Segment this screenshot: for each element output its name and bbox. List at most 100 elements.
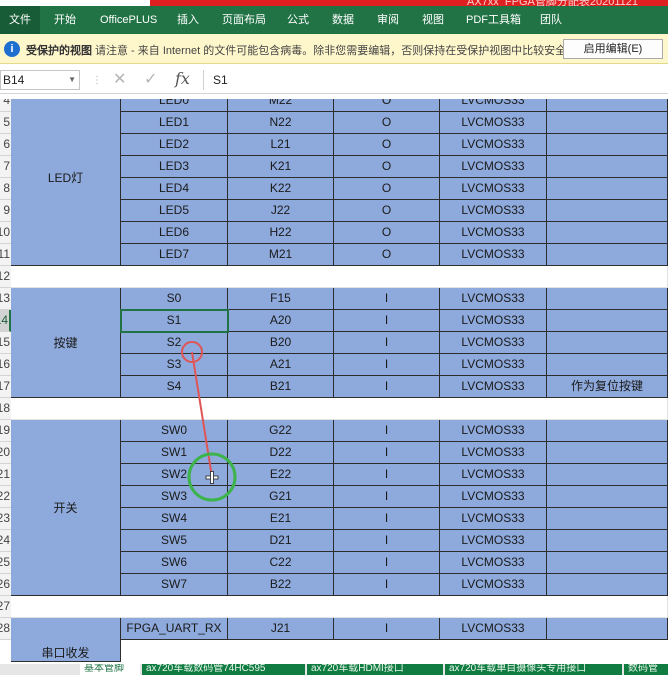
- cell-d17[interactable]: I: [334, 376, 440, 398]
- cell-c10[interactable]: H22: [228, 222, 334, 244]
- ribbon-tab-formulas[interactable]: 公式: [287, 6, 309, 34]
- row-header-11[interactable]: 11: [0, 244, 11, 266]
- cell-e26[interactable]: LVCMOS33: [440, 574, 547, 596]
- cell-d23[interactable]: I: [334, 508, 440, 530]
- cell-d9[interactable]: O: [334, 200, 440, 222]
- cell-b25[interactable]: SW6: [121, 552, 228, 574]
- cell-f14[interactable]: [547, 310, 668, 332]
- formula-input[interactable]: S1: [203, 70, 668, 90]
- cell-e28[interactable]: LVCMOS33: [440, 618, 547, 640]
- ribbon-tab-data[interactable]: 数据: [332, 6, 354, 34]
- cell-b10[interactable]: LED6: [121, 222, 228, 244]
- cell-e7[interactable]: LVCMOS33: [440, 156, 547, 178]
- row-header-7[interactable]: 7: [0, 156, 11, 178]
- cell-f23[interactable]: [547, 508, 668, 530]
- name-box[interactable]: B14 ▼: [0, 70, 80, 90]
- cell-e13[interactable]: LVCMOS33: [440, 288, 547, 310]
- row-header-28[interactable]: 28: [0, 618, 11, 640]
- cell-b4[interactable]: LED0: [121, 99, 228, 112]
- ribbon-tab-review[interactable]: 审阅: [377, 6, 399, 34]
- cell-d26[interactable]: I: [334, 574, 440, 596]
- cell-b13[interactable]: S0: [121, 288, 228, 310]
- cell-f7[interactable]: [547, 156, 668, 178]
- cell-d20[interactable]: I: [334, 442, 440, 464]
- cell-c22[interactable]: G21: [228, 486, 334, 508]
- cell-c19[interactable]: G22: [228, 420, 334, 442]
- ribbon-tab-page-layout[interactable]: 页面布局: [222, 6, 266, 34]
- enable-editing-button[interactable]: 启用编辑(E): [563, 39, 663, 59]
- ribbon-tab-file[interactable]: 文件: [0, 6, 40, 34]
- sheet-tab-basic-pins[interactable]: 基本管脚: [80, 664, 140, 675]
- cell-f10[interactable]: [547, 222, 668, 244]
- cell-f8[interactable]: [547, 178, 668, 200]
- cell-d21[interactable]: I: [334, 464, 440, 486]
- cell-d16[interactable]: I: [334, 354, 440, 376]
- cell-e10[interactable]: LVCMOS33: [440, 222, 547, 244]
- cell-e11[interactable]: LVCMOS33: [440, 244, 547, 266]
- cell-f9[interactable]: [547, 200, 668, 222]
- ribbon-tab-insert[interactable]: 插入: [177, 6, 199, 34]
- cell-b19[interactable]: SW0: [121, 420, 228, 442]
- cell-d4[interactable]: O: [334, 99, 440, 112]
- ribbon-tab-pdf-tools[interactable]: PDF工具箱: [466, 6, 521, 34]
- cell-c16[interactable]: A21: [228, 354, 334, 376]
- cell-d13[interactable]: I: [334, 288, 440, 310]
- cell-c13[interactable]: F15: [228, 288, 334, 310]
- row-header-18[interactable]: 18: [0, 398, 11, 420]
- insert-function-icon[interactable]: fx: [175, 69, 190, 88]
- cell-d25[interactable]: I: [334, 552, 440, 574]
- cell-c15[interactable]: B20: [228, 332, 334, 354]
- row-header-27[interactable]: 27: [0, 596, 11, 618]
- cell-b21[interactable]: SW2: [121, 464, 228, 486]
- row-header-25[interactable]: 25: [0, 552, 11, 574]
- spreadsheet-grid[interactable]: ABCDEF 4LED0M22OLVCMOS335LED1N22OLVCMOS3…: [0, 99, 668, 664]
- cell-d5[interactable]: O: [334, 112, 440, 134]
- cell-c24[interactable]: D21: [228, 530, 334, 552]
- cell-c26[interactable]: B22: [228, 574, 334, 596]
- cell-e21[interactable]: LVCMOS33: [440, 464, 547, 486]
- empty-row[interactable]: [11, 596, 668, 618]
- cell-d22[interactable]: I: [334, 486, 440, 508]
- row-header-10[interactable]: 10: [0, 222, 11, 244]
- cell-e8[interactable]: LVCMOS33: [440, 178, 547, 200]
- cell-f28[interactable]: [547, 618, 668, 640]
- ribbon-tab-team[interactable]: 团队: [540, 6, 562, 34]
- cell-b14[interactable]: S1: [121, 310, 228, 332]
- row-header-21[interactable]: 21: [0, 464, 11, 486]
- cell-d19[interactable]: I: [334, 420, 440, 442]
- group-label-cell[interactable]: LED灯: [11, 99, 121, 266]
- cell-b20[interactable]: SW1: [121, 442, 228, 464]
- cell-c6[interactable]: L21: [228, 134, 334, 156]
- row-header-12[interactable]: 12: [0, 266, 11, 288]
- cell-d7[interactable]: O: [334, 156, 440, 178]
- row-header-8[interactable]: 8: [0, 178, 11, 200]
- cell-d15[interactable]: I: [334, 332, 440, 354]
- cell-b16[interactable]: S3: [121, 354, 228, 376]
- cell-c17[interactable]: B21: [228, 376, 334, 398]
- ribbon-tab-home[interactable]: 开始: [54, 6, 76, 34]
- cell-c8[interactable]: K22: [228, 178, 334, 200]
- cell-c5[interactable]: N22: [228, 112, 334, 134]
- cell-b8[interactable]: LED4: [121, 178, 228, 200]
- cell-b28[interactable]: FPGA_UART_RX: [121, 618, 228, 640]
- cell-e24[interactable]: LVCMOS33: [440, 530, 547, 552]
- cell-e17[interactable]: LVCMOS33: [440, 376, 547, 398]
- cell-d14[interactable]: I: [334, 310, 440, 332]
- row-header-13[interactable]: 13: [0, 288, 11, 310]
- cell-f25[interactable]: [547, 552, 668, 574]
- row-header-26[interactable]: 26: [0, 574, 11, 596]
- cell-b6[interactable]: LED2: [121, 134, 228, 156]
- cell-b9[interactable]: LED5: [121, 200, 228, 222]
- cell-f13[interactable]: [547, 288, 668, 310]
- row-header-5[interactable]: 5: [0, 112, 11, 134]
- row-header-24[interactable]: 24: [0, 530, 11, 552]
- row-header-19[interactable]: 19: [0, 420, 11, 442]
- cell-e6[interactable]: LVCMOS33: [440, 134, 547, 156]
- row-header-14[interactable]: 14: [0, 310, 11, 332]
- row-header-23[interactable]: 23: [0, 508, 11, 530]
- confirm-icon[interactable]: ✓: [144, 69, 157, 89]
- cell-b17[interactable]: S4: [121, 376, 228, 398]
- cell-d8[interactable]: O: [334, 178, 440, 200]
- cell-e5[interactable]: LVCMOS33: [440, 112, 547, 134]
- cell-b22[interactable]: SW3: [121, 486, 228, 508]
